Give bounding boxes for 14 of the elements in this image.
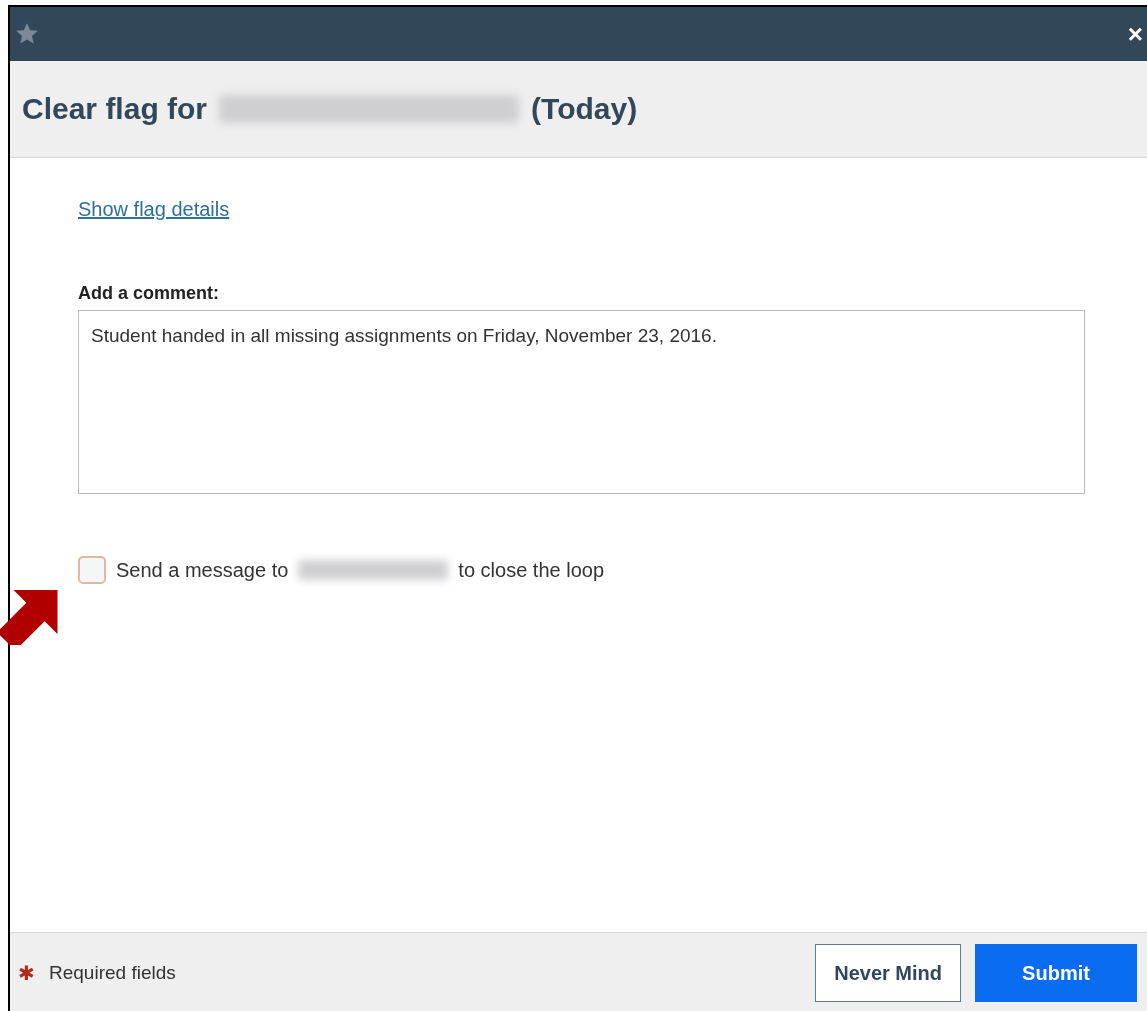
message-checkbox[interactable] [78, 556, 106, 584]
checkbox-label-end: to close the loop [458, 558, 604, 582]
dialog-title: Clear flag for [22, 92, 208, 126]
arrow-icon [0, 590, 60, 645]
submit-button[interactable]: Submit [975, 944, 1137, 1002]
required-note: Required fields [49, 962, 176, 984]
close-button[interactable]: × [1127, 21, 1143, 47]
comment-label: Add a comment: [78, 283, 220, 304]
checkbox-label: Send a message to [116, 558, 289, 582]
cancel-button[interactable]: Never Mind [815, 944, 961, 1002]
comment-field[interactable]: Student handed in all missing assignments on Friday, November 23, 2016. [78, 310, 1085, 494]
dialog-title-date: (Today) [531, 92, 638, 126]
show-details-link[interactable]: Show flag details [78, 198, 230, 221]
required-asterisk: ✱ [18, 961, 35, 985]
